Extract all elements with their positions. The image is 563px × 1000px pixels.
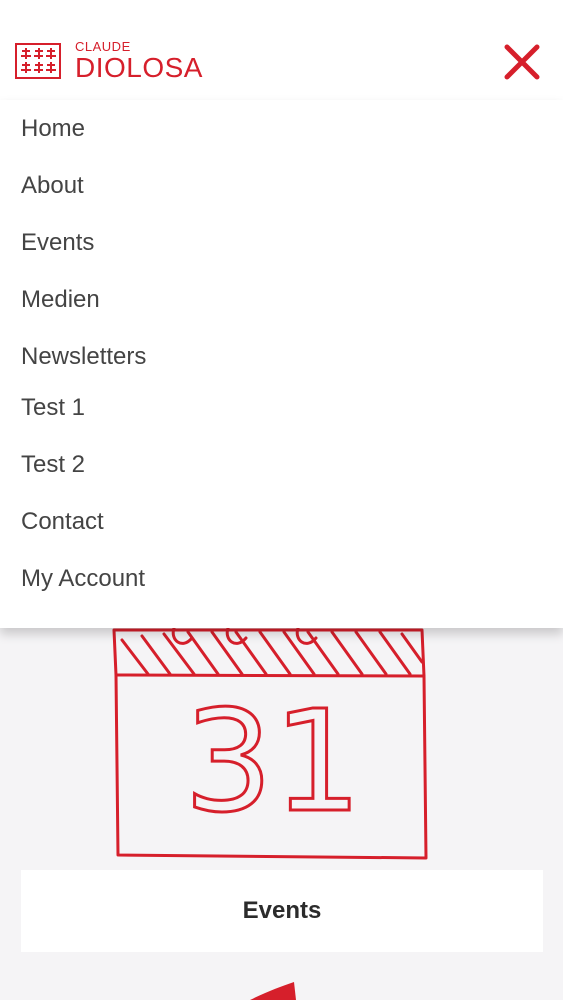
nav-item-test-2[interactable]: Test 2 [21,453,85,477]
calendar-day: 31 [184,681,362,844]
logo-last-name: DIOLOSA [75,52,203,83]
site-logo[interactable]: CLAUDE DIOLOSA [75,40,203,82]
nav-item-test-1[interactable]: Test 1 [21,396,85,420]
site-header: CLAUDE DIOLOSA [0,0,563,100]
nav-item-contact[interactable]: Contact [21,510,104,534]
nav-item-about[interactable]: About [21,174,84,198]
events-card-label: Events [242,897,322,924]
nav-menu: Home About Events Medien Newsletters Tes… [0,100,563,628]
nav-item-events[interactable]: Events [21,231,94,255]
events-card[interactable]: Events [21,870,543,952]
close-menu-button[interactable] [503,43,541,81]
close-icon [504,44,540,80]
seal-logo-icon[interactable] [15,43,61,79]
nav-item-newsletters[interactable]: Newsletters [21,345,146,369]
calendar-illustration: 31 [112,626,428,860]
nav-item-home[interactable]: Home [21,117,85,141]
decorative-shape [250,982,296,1000]
nav-item-my-account[interactable]: My Account [21,567,145,591]
nav-item-medien[interactable]: Medien [21,288,100,312]
